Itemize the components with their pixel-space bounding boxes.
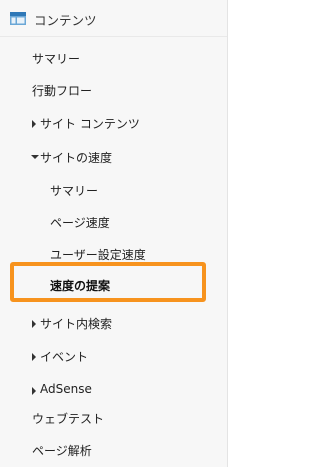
nav-item-site-search[interactable]: サイト内検索 (0, 309, 227, 337)
nav-item-label: 速度の提案 (50, 279, 111, 293)
section-title: コンテンツ (34, 13, 97, 28)
nav-item-label: ユーザー設定速度 (50, 248, 146, 262)
nav-item-events[interactable]: イベント (0, 342, 227, 370)
nav-item-label: サマリー (50, 184, 99, 198)
nav-subitem-page-timings[interactable]: ページ速度 (0, 208, 227, 236)
nav-subitem-speed-summary[interactable]: サマリー (0, 176, 227, 204)
section-header-content[interactable]: コンテンツ (0, 0, 227, 37)
expand-caret-icon[interactable] (32, 120, 36, 128)
nav-item-label: サマリー (32, 52, 81, 66)
nav-item-label: AdSense (40, 382, 92, 396)
sidebar-panel: コンテンツ サマリー 行動フロー サイト コンテンツ サイトの速度 サマリー ペ… (0, 0, 228, 467)
nav-item-label: ページ解析 (32, 444, 92, 458)
nav-item-label: サイト内検索 (40, 317, 113, 331)
nav-item-label: 行動フロー (32, 84, 93, 98)
nav-item-label: イベント (40, 350, 89, 364)
nav-item-label: サイト コンテンツ (40, 117, 140, 131)
nav-item-summary[interactable]: サマリー (0, 44, 227, 72)
nav-subitem-speed-suggestions[interactable]: 速度の提案 (0, 271, 227, 299)
collapse-caret-icon[interactable] (31, 155, 39, 159)
nav-item-behavior-flow[interactable]: 行動フロー (0, 76, 227, 104)
nav-item-in-page-analytics[interactable]: ページ解析 (0, 436, 227, 464)
nav-item-adsense[interactable]: AdSense (0, 376, 227, 404)
nav-item-label: ウェブテスト (32, 412, 105, 426)
expand-caret-icon[interactable] (32, 387, 36, 395)
nav-item-site-speed[interactable]: サイトの速度 (0, 143, 227, 171)
nav-subitem-user-timings[interactable]: ユーザー設定速度 (0, 240, 227, 268)
content-icon (10, 12, 26, 25)
nav-item-label: ページ速度 (50, 216, 110, 230)
nav-item-experiments[interactable]: ウェブテスト (0, 404, 227, 432)
expand-caret-icon[interactable] (32, 320, 36, 328)
nav-item-site-content[interactable]: サイト コンテンツ (0, 109, 227, 137)
expand-caret-icon[interactable] (32, 353, 36, 361)
nav-item-label: サイトの速度 (40, 151, 113, 165)
